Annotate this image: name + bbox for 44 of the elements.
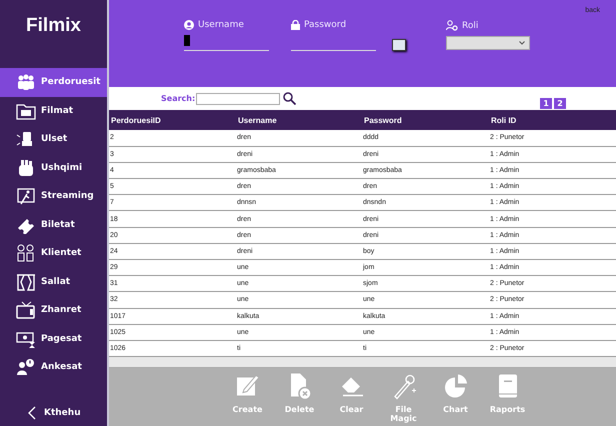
sidebar-item[interactable]: Filmat [0, 96, 107, 125]
sidebar-item[interactable]: Sallat [0, 268, 107, 296]
sidebar-item[interactable]: Pagesat [0, 324, 107, 353]
show-password-button[interactable] [392, 39, 406, 51]
username-field[interactable] [184, 35, 269, 51]
user-icon [184, 20, 194, 30]
password-label: Password [304, 20, 346, 30]
sidebar-item[interactable]: Streaming [0, 182, 107, 210]
back-button[interactable]: Kthehu [0, 406, 107, 426]
column-header[interactable]: Username [236, 110, 362, 130]
search-field[interactable] [196, 92, 280, 104]
sidebar-item[interactable]: Perdoruesit [0, 68, 107, 96]
users-icon [16, 73, 36, 92]
page-button[interactable]: 2 [554, 98, 566, 109]
column-header[interactable]: Password [362, 110, 489, 130]
page-button[interactable]: 1 [540, 98, 552, 109]
pie-chart-icon [444, 372, 468, 400]
username-label: Username [198, 20, 244, 30]
search-icon[interactable] [283, 92, 296, 105]
sidebar-item[interactable]: Zhanret [0, 296, 107, 324]
text-cursor [184, 35, 190, 46]
tv-icon [16, 301, 36, 320]
sidebar-item[interactable]: Biletat [0, 210, 107, 239]
chevron-left-icon [28, 406, 36, 420]
app-logo: Filmix [25, 14, 82, 38]
role-label: Roli [462, 20, 478, 30]
search-label: Search: [161, 94, 196, 103]
sidebar-item[interactable]: Ankesat [0, 353, 107, 382]
sidebar-item[interactable]: Klientet [0, 239, 107, 268]
user-gear-icon [446, 20, 458, 31]
film-folder-icon [16, 102, 36, 120]
curtains-icon [16, 272, 36, 291]
person-speech-icon [16, 358, 36, 376]
food-box-icon [16, 158, 36, 177]
column-header[interactable]: Roli ID [489, 110, 616, 130]
people-outline-icon [16, 244, 36, 262]
sidebar-item[interactable]: Ushqimi [0, 154, 107, 182]
running-figure-icon [16, 187, 36, 206]
column-header[interactable]: PerdoruesiID [109, 110, 236, 130]
chevron-down-icon [519, 41, 525, 45]
cash-hourglass-icon [16, 330, 36, 348]
lock-icon [291, 20, 300, 30]
sidebar-item[interactable]: Ulset [0, 125, 107, 154]
magic-wand-icon [392, 372, 416, 400]
